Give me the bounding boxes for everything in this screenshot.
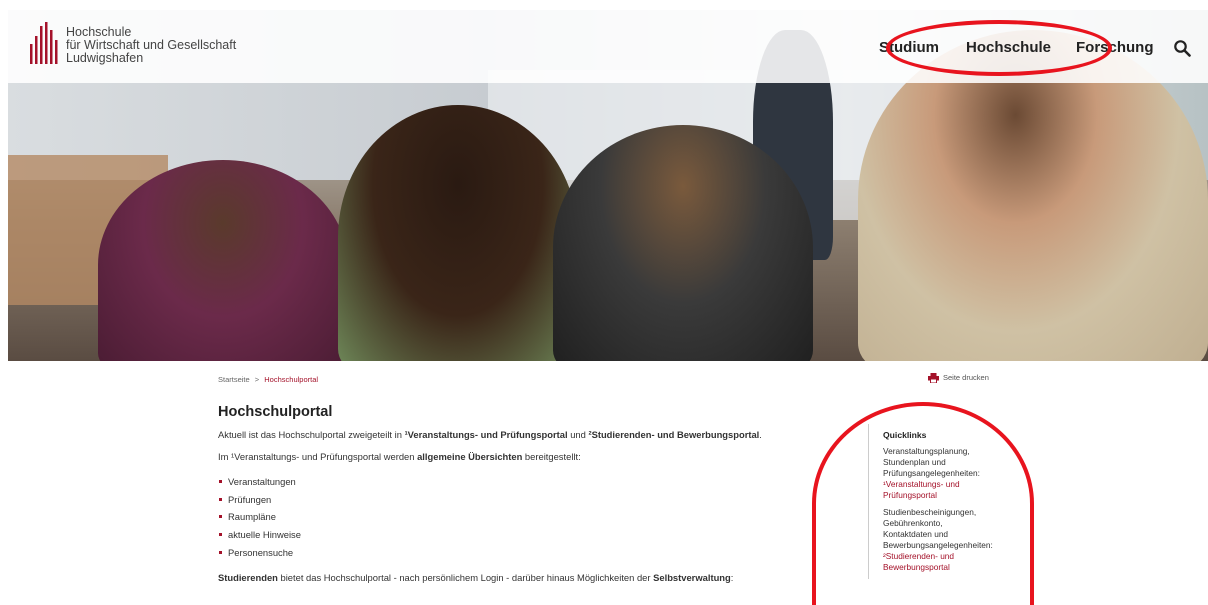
- print-icon: [928, 373, 939, 384]
- overview-paragraph: Im ¹Veranstaltungs- und Prüfungsportal w…: [218, 451, 818, 463]
- print-link[interactable]: Seite drucken: [928, 373, 989, 384]
- overview-text-pre: Im ¹Veranstaltungs- und Prüfungsportal w…: [218, 451, 418, 462]
- overview-text-bold: allgemeine Übersichten: [417, 451, 523, 462]
- list-item: aktuelle Hinweise: [218, 526, 818, 544]
- list-item: Prüfungen: [218, 491, 818, 509]
- breadcrumb-home[interactable]: Startseite: [218, 375, 250, 384]
- search-icon[interactable]: [1173, 39, 1191, 57]
- list-item: Raumpläne: [218, 508, 818, 526]
- overview-list: Veranstaltungen Prüfungen Raumpläne aktu…: [218, 473, 818, 562]
- students-paragraph: Studierenden bietet das Hochschulportal …: [218, 572, 818, 584]
- intro-text-post: .: [759, 429, 762, 440]
- list-item: Veranstaltungen: [218, 473, 818, 491]
- overview-text-post: bereitgestellt:: [522, 451, 581, 462]
- annotation-circle-quicklinks: [812, 402, 1034, 605]
- breadcrumb-current[interactable]: Hochschulportal: [264, 375, 318, 384]
- intro-portal-1: ¹Veranstaltungs- und Prüfungsportal: [404, 429, 568, 440]
- hero-student-left: [98, 160, 348, 361]
- intro-text-pre: Aktuell ist das Hochschulportal zweigete…: [218, 429, 405, 440]
- students-text-post: :: [730, 571, 734, 583]
- logo-text[interactable]: Hochschule für Wirtschaft und Gesellscha…: [66, 26, 236, 65]
- intro-text-mid: und: [567, 429, 589, 440]
- students-text-bold-1: Studierenden: [218, 571, 278, 583]
- breadcrumb-separator: >: [254, 375, 260, 384]
- main-content: Hochschulportal Aktuell ist das Hochschu…: [218, 404, 818, 594]
- logo-line-3: Ludwigshafen: [66, 51, 144, 65]
- intro-paragraph: Aktuell ist das Hochschulportal zweigete…: [218, 429, 818, 441]
- annotation-circle-nav: [886, 20, 1112, 76]
- print-label: Seite drucken: [943, 373, 989, 382]
- logo-mark-icon[interactable]: [30, 22, 58, 64]
- page-title: Hochschulportal: [218, 404, 333, 420]
- students-text-bold-2: Selbstverwaltung: [653, 571, 731, 583]
- hero-student-center: [338, 105, 578, 361]
- list-item: Personensuche: [218, 544, 818, 562]
- breadcrumb: Startseite > Hochschulportal: [218, 375, 318, 384]
- hero-student-mid: [553, 125, 813, 361]
- students-text-mid: bietet das Hochschulportal - nach persön…: [277, 571, 654, 583]
- intro-portal-2: ²Studierenden- und Bewerbungsportal: [588, 429, 760, 440]
